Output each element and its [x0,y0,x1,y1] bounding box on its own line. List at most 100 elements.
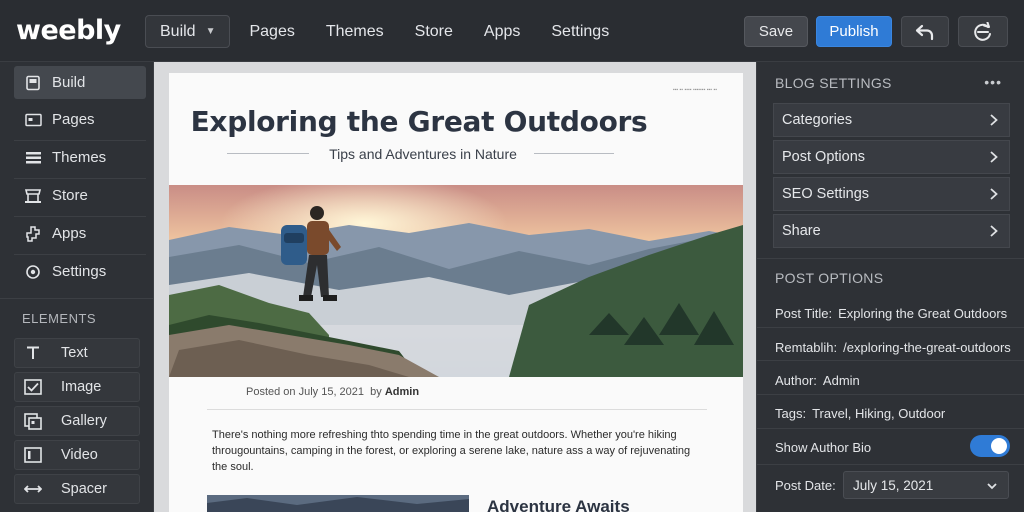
element-spacer[interactable]: Spacer [14,474,140,504]
hero-image[interactable] [169,185,743,377]
tags-label: Tags: [775,406,807,421]
settings-item-label: Post Options [782,149,866,165]
author-value: Admin [822,373,860,388]
settings-item-label: Share [782,223,821,239]
author-label: Author: [775,373,817,388]
weebly-editor: weebly Build ▼ Pages Themes Store Apps S… [0,0,1024,512]
elements-heading: ELEMENTS [22,311,97,326]
pages-icon [23,113,43,127]
chevron-right-icon [990,151,998,163]
divider [757,360,1024,361]
spacer-icon [23,484,43,494]
build-dropdown[interactable]: Build ▼ [145,15,231,48]
post-date-select[interactable]: July 15, 2021 [843,471,1009,499]
chevron-right-icon [990,188,998,200]
blog-settings-heading: BLOG SETTINGS [775,75,892,91]
nav-settings[interactable]: Settings [551,15,609,48]
author-row[interactable]: Author: Admin [775,373,860,388]
sidebar-item-pages[interactable]: Pages [14,103,146,136]
post-date-value: July 15, 2021 [853,477,934,493]
post-meta: Posted on July 15, 2021 by Admin [246,386,419,398]
editor-canvas: ▪▪▪ ▪▪ ▪▪▪▪ ▪▪▪▪▪▪▪ ▪▪▪ ▪▪ Exploring the… [154,62,756,512]
element-gallery[interactable]: Gallery [14,406,140,436]
sidebar-item-label: Build [52,74,86,91]
element-image[interactable]: Image [14,372,140,402]
settings-item-seo[interactable]: SEO Settings [773,177,1010,211]
chevron-down-icon [987,483,997,490]
permalink-row[interactable]: Remtablih: /exploring-the-great-outdoors [775,340,1011,355]
sidebar-item-apps[interactable]: Apps [14,217,146,250]
settings-item-categories[interactable]: Categories [773,103,1010,137]
post-date-text: Posted on July 15, 2021 [246,386,365,398]
divider [227,153,309,154]
nav-store[interactable]: Store [415,15,453,48]
chevron-right-icon [990,225,998,237]
nav-themes[interactable]: Themes [326,15,384,48]
redo-button[interactable] [958,16,1008,47]
tags-value: Travel, Hiking, Outdoor [812,406,946,421]
nav-pages[interactable]: Pages [249,15,294,48]
element-label: Image [61,379,102,395]
image-icon [23,379,43,395]
divider [757,464,1024,465]
divider [0,298,154,299]
aside-title[interactable]: Adventure Awaits [487,497,630,512]
sidebar-item-label: Store [52,187,88,204]
show-author-bio-label: Show Author Bio [775,440,872,455]
thumbnail-image[interactable] [207,495,469,512]
settings-item-share[interactable]: Share [773,214,1010,248]
permalink-value: /exploring-the-great-outdoors [843,340,1011,355]
gallery-icon [23,412,43,430]
divider [757,258,1024,259]
divider [534,153,614,154]
post-title-row[interactable]: Post Title: Exploring the Great Outdoors [775,306,1007,321]
top-nav: Build ▼ Pages Themes Store Apps Settings [145,15,640,48]
divider [757,394,1024,395]
sidebar-item-label: Themes [52,149,107,166]
settings-icon [23,264,43,280]
sidebar-item-store[interactable]: Store [14,179,146,212]
more-icon[interactable]: ••• [984,74,1002,90]
post-date-label: Post Date: [775,478,836,493]
post-body-text[interactable]: There's nothing more refreshing thto spe… [212,427,702,475]
sidebar-item-themes[interactable]: Themes [14,141,146,174]
post-author[interactable]: Admin [385,386,419,398]
redo-icon [974,21,991,41]
page-subtitle[interactable]: Tips and Adventures in Nature [319,146,527,162]
blog-page: ▪▪▪ ▪▪ ▪▪▪▪ ▪▪▪▪▪▪▪ ▪▪▪ ▪▪ Exploring the… [169,73,743,512]
undo-button[interactable] [901,16,949,47]
settings-item-post-options[interactable]: Post Options [773,140,1010,174]
sidebar-item-settings[interactable]: Settings [14,255,146,288]
page-title[interactable]: Exploring the Great Outdoors [169,105,669,138]
build-label: Build [160,22,196,40]
video-icon [23,447,43,463]
left-sidebar: Build Pages Themes Store Apps Settings E… [0,62,154,512]
weebly-logo[interactable]: weebly [16,15,121,46]
divider [757,327,1024,328]
toggle-knob [991,438,1007,454]
element-video[interactable]: Video [14,440,140,470]
build-icon [23,75,43,91]
post-by-text: by [370,386,382,398]
chevron-down-icon: ▼ [205,26,216,37]
sidebar-item-build[interactable]: Build [14,66,146,99]
undo-icon [915,24,934,40]
post-options-heading: POST OPTIONS [775,270,884,286]
text-icon [23,346,43,360]
tags-row[interactable]: Tags: Travel, Hiking, Outdoor [775,406,945,421]
element-label: Gallery [61,413,107,429]
save-button[interactable]: Save [744,16,808,47]
apps-icon [23,225,43,242]
element-text[interactable]: Text [14,338,140,368]
themes-icon [23,151,43,165]
store-icon [23,188,43,204]
page-meta-text: ▪▪▪ ▪▪ ▪▪▪▪ ▪▪▪▪▪▪▪ ▪▪▪ ▪▪ [672,87,717,93]
sidebar-item-label: Pages [52,111,95,128]
nav-apps[interactable]: Apps [484,15,520,48]
element-label: Text [61,345,88,361]
settings-item-label: SEO Settings [782,186,870,202]
show-author-bio-toggle[interactable] [970,435,1010,457]
post-title-value: Exploring the Great Outdoors [838,306,1008,321]
publish-button[interactable]: Publish [816,16,892,47]
sidebar-item-label: Apps [52,225,87,242]
